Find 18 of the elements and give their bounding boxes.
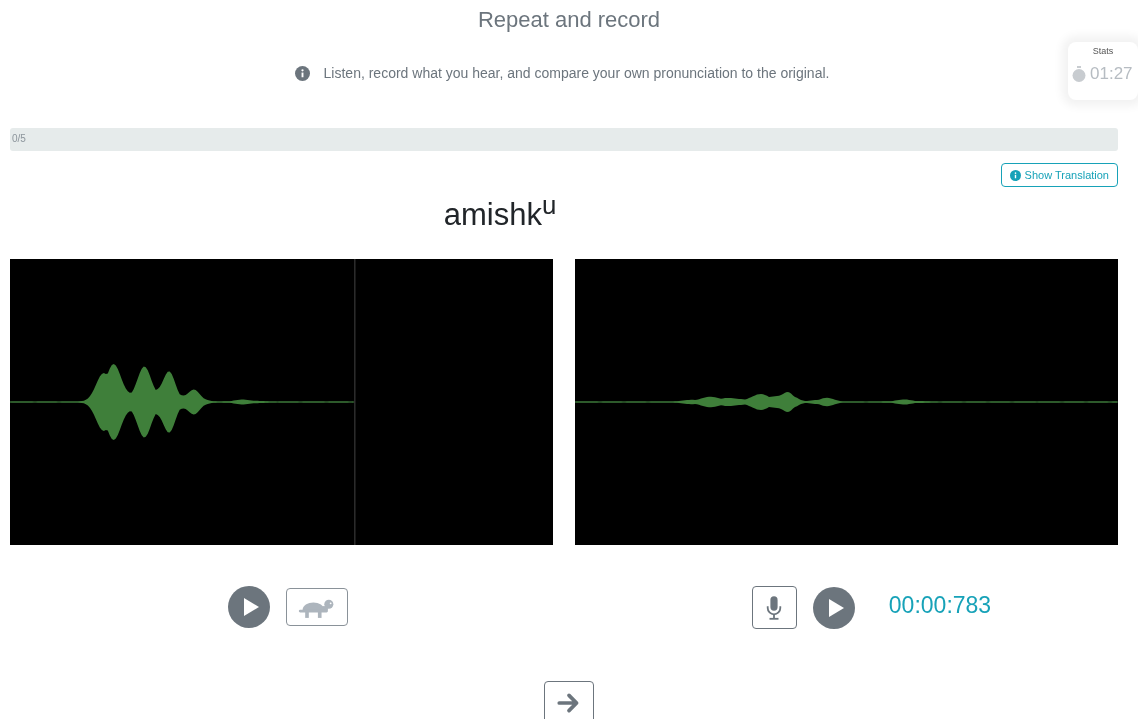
play-button[interactable] bbox=[227, 586, 270, 629]
next-button[interactable] bbox=[544, 681, 594, 719]
recording-timer: 00:00:783 bbox=[888, 592, 992, 620]
slow-playback-button[interactable] bbox=[285, 588, 348, 627]
stopwatch-icon bbox=[1072, 66, 1086, 82]
play-recording-button[interactable] bbox=[812, 586, 855, 629]
show-translation-button[interactable]: Show Translation bbox=[1000, 163, 1118, 187]
stats-title: Stats bbox=[1091, 46, 1115, 56]
info-icon bbox=[294, 65, 310, 81]
progress-label: 0/5 bbox=[12, 133, 26, 144]
info-icon bbox=[1009, 169, 1021, 181]
stats-timer: 01:27 bbox=[1090, 64, 1133, 84]
instruction-text: Listen, record what you hear, and compare your own pronunciation to the original. bbox=[323, 65, 830, 81]
record-button[interactable] bbox=[751, 586, 797, 630]
target-word: amishk$^{u}$ bbox=[443, 197, 557, 233]
microphone-icon bbox=[765, 593, 784, 622]
page-title: Repeat and record bbox=[476, 6, 662, 34]
play-icon bbox=[812, 586, 855, 629]
